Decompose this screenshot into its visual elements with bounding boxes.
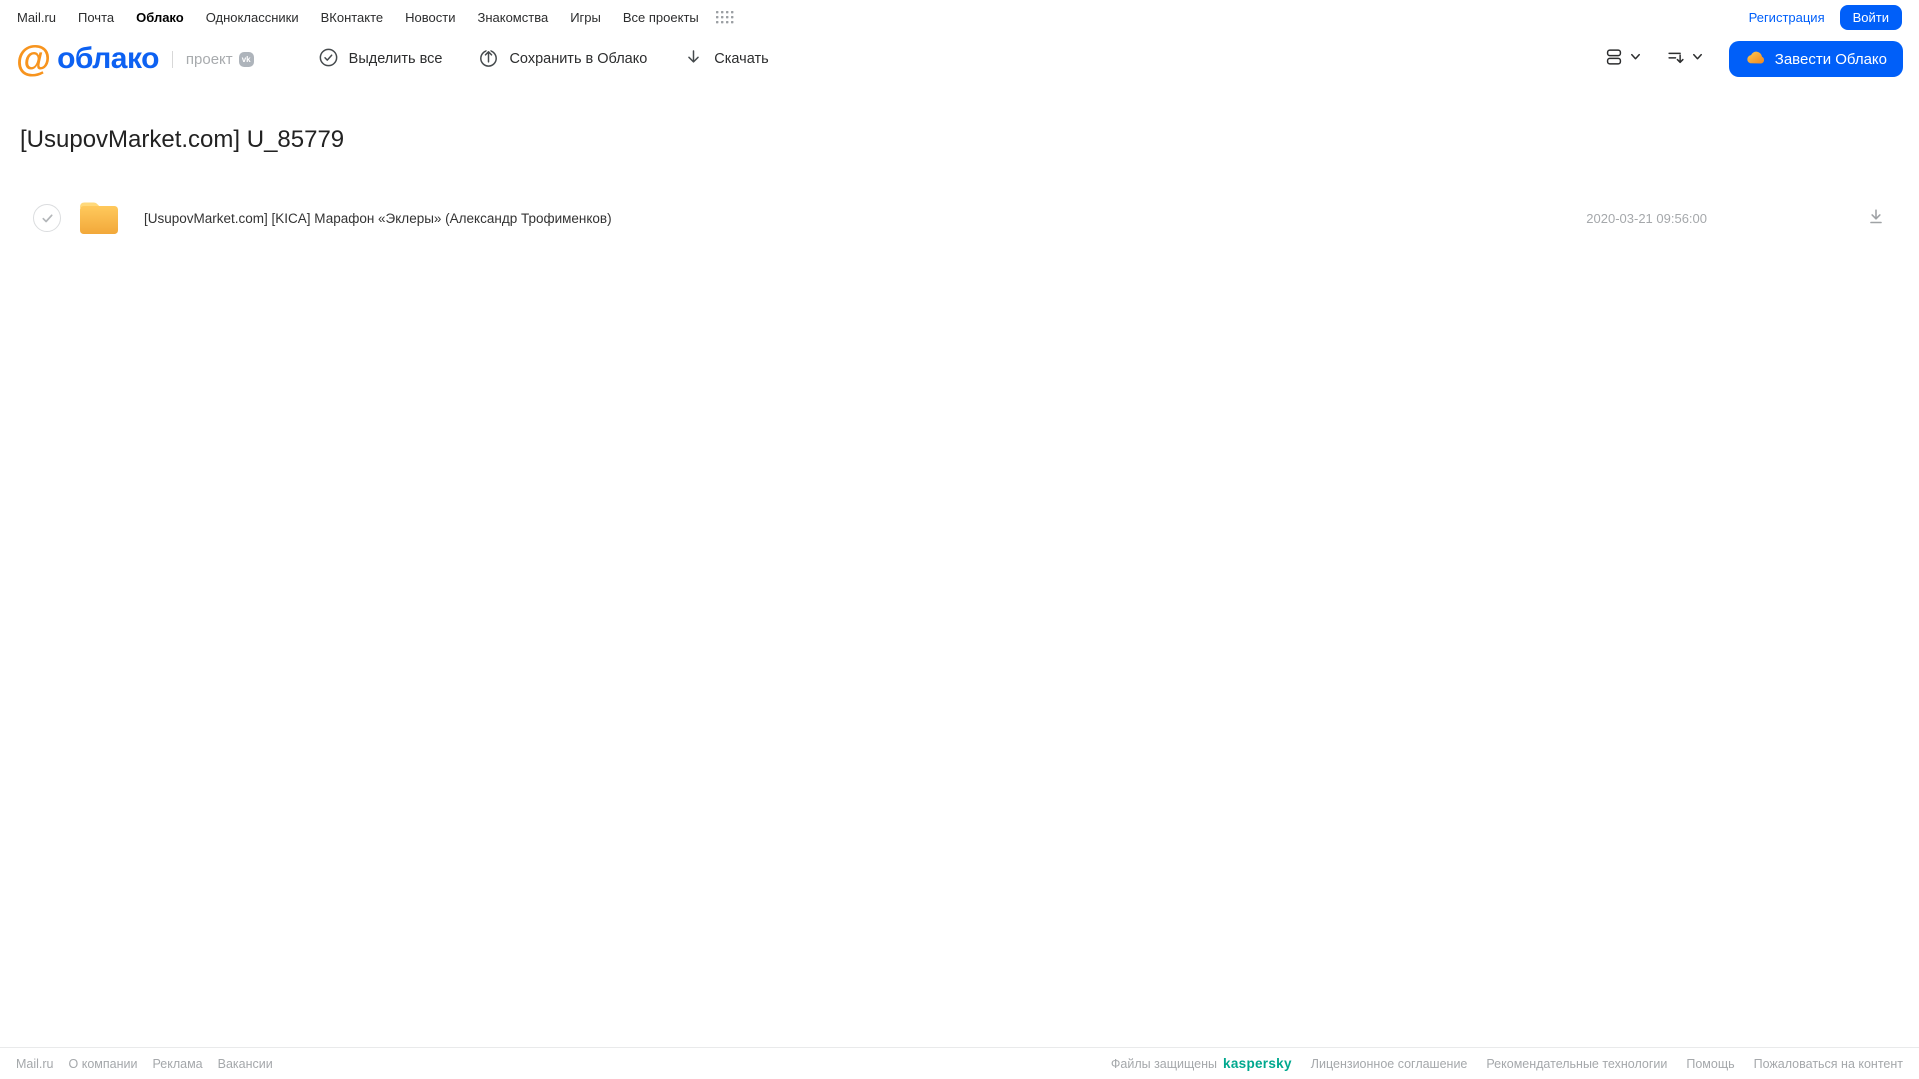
folder-icon[interactable] — [76, 199, 122, 237]
page-footer: Mail.ru О компании Реклама Вакансии Файл… — [0, 1047, 1919, 1079]
protected-label: Файлы защищены — [1110, 1056, 1218, 1071]
download-icon — [683, 47, 704, 72]
footer-left-links: Mail.ru О компании Реклама Вакансии — [16, 1057, 273, 1071]
check-circle-icon — [318, 47, 339, 72]
cloud-upload-icon — [478, 47, 499, 72]
register-link[interactable]: Регистрация — [1749, 10, 1825, 25]
actions-toolbar: Выделить все Сохранить в Облако Скачать — [318, 47, 769, 72]
apps-grid-icon[interactable] — [715, 9, 734, 25]
sort-control[interactable] — [1665, 46, 1705, 73]
sort-icon — [1665, 46, 1687, 73]
logo-wordmark: облако — [57, 42, 159, 75]
file-name-link[interactable]: [UsupovMarket.com] [KICA] Марафон «Эклер… — [144, 211, 612, 226]
footer-right-links: Файлы защищены kaspersky Лицензионное со… — [1111, 1056, 1903, 1071]
nav-all-projects[interactable]: Все проекты — [623, 10, 699, 25]
check-icon — [41, 213, 53, 222]
vk-badge-icon: vk — [238, 51, 254, 67]
auth-area: Регистрация Войти — [1749, 4, 1902, 30]
cloud-header: @ облако проект vk Выделить все Сохранит… — [0, 30, 1919, 88]
file-row[interactable]: [UsupovMarket.com] [KICA] Марафон «Эклер… — [0, 198, 1919, 238]
view-toggle-control[interactable] — [1603, 46, 1643, 73]
nav-dating[interactable]: Знакомства — [477, 10, 548, 25]
footer-about-link[interactable]: О компании — [69, 1057, 138, 1071]
chevron-down-icon — [1690, 49, 1705, 69]
footer-help-link[interactable]: Помощь — [1686, 1057, 1734, 1071]
nav-odnoklassniki[interactable]: Одноклассники — [206, 10, 299, 25]
nav-news[interactable]: Новости — [405, 10, 455, 25]
header-right-controls: Завести Облако — [1581, 41, 1903, 77]
select-all-button[interactable]: Выделить все — [318, 47, 443, 72]
page-title: [UsupovMarket.com] U_85779 — [20, 126, 345, 153]
cloud-logo[interactable]: @ облако проект vk — [16, 38, 254, 79]
row-download-icon[interactable] — [1865, 206, 1887, 231]
chevron-down-icon — [1628, 49, 1643, 69]
nav-vkontakte[interactable]: ВКонтакте — [321, 10, 384, 25]
footer-mailru-link[interactable]: Mail.ru — [16, 1057, 54, 1071]
footer-recommendation-link[interactable]: Рекомендательные технологии — [1486, 1057, 1667, 1071]
footer-license-link[interactable]: Лицензионное соглашение — [1311, 1057, 1468, 1071]
file-date: 2020-03-21 09:56:00 — [1586, 211, 1707, 226]
get-cloud-button[interactable]: Завести Облако — [1728, 41, 1903, 77]
nav-cloud[interactable]: Облако — [136, 10, 184, 25]
login-button[interactable]: Войти — [1839, 4, 1902, 30]
nav-mailru[interactable]: Mail.ru — [17, 10, 56, 25]
save-to-cloud-button[interactable]: Сохранить в Облако — [478, 47, 647, 72]
footer-jobs-link[interactable]: Вакансии — [218, 1057, 273, 1071]
portal-topbar: Mail.ru Почта Облако Одноклассники ВКонт… — [0, 0, 1919, 30]
view-toggle-icon — [1603, 46, 1625, 73]
kaspersky-logo-link[interactable]: kaspersky — [1223, 1056, 1292, 1071]
footer-ads-link[interactable]: Реклама — [152, 1057, 202, 1071]
folder-content: [UsupovMarket.com] U_85779 [UsupovMarket… — [0, 88, 1919, 1047]
nav-mail[interactable]: Почта — [78, 10, 114, 25]
footer-report-link[interactable]: Пожаловаться на контент — [1754, 1057, 1903, 1071]
project-label-text: проект — [185, 50, 233, 68]
download-button[interactable]: Скачать — [683, 47, 769, 72]
portal-nav: Mail.ru Почта Облако Одноклассники ВКонт… — [17, 9, 734, 25]
cloud-icon — [1745, 48, 1766, 70]
save-to-cloud-label: Сохранить в Облако — [509, 51, 648, 67]
mailru-at-icon: @ — [16, 38, 52, 79]
row-checkbox[interactable] — [33, 204, 61, 232]
nav-games[interactable]: Игры — [570, 10, 601, 25]
kaspersky-protection: Файлы защищены kaspersky — [1111, 1056, 1292, 1071]
get-cloud-label: Завести Облако — [1774, 50, 1887, 68]
select-all-label: Выделить все — [348, 51, 443, 67]
project-vk-label: проект vk — [171, 50, 254, 68]
download-label: Скачать — [714, 51, 769, 67]
